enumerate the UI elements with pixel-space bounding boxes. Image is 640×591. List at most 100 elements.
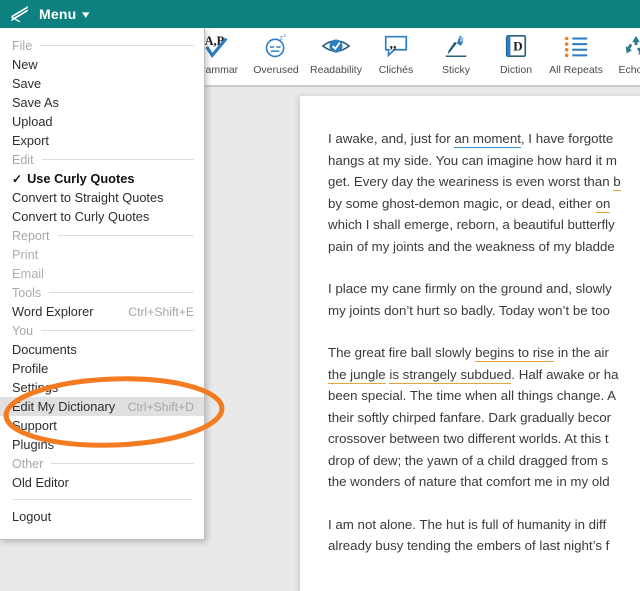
menu-item-label: Export [12,133,49,148]
menu-item-convert-to-curly-quotes[interactable]: Convert to Curly Quotes [0,207,204,226]
menu-group-label: Report [12,228,50,243]
document-text: crossover between two different worlds. … [328,431,609,446]
menu-group-label: Tools [12,285,42,300]
menu-item-old-editor[interactable]: Old Editor [0,473,204,492]
menu-item-label: Support [12,418,57,433]
grammar-check-icon: A,B [202,31,230,61]
menu-item-label: Old Editor [12,475,69,490]
menu-item-plugins[interactable]: Plugins [0,435,204,454]
style-suggestion-underline[interactable]: begins to rise [475,345,555,362]
document-line: I awake, and, just for an moment, I have… [328,128,640,150]
svg-text:z: z [283,33,286,38]
menu-item-logout[interactable]: Logout [0,507,204,526]
document-paragraph: I awake, and, just for an moment, I have… [328,128,640,257]
toolbar-item-cliches[interactable]: ,, Clichés [366,28,426,86]
menu-item-settings[interactable]: Settings [0,378,204,397]
menu-item-label: Convert to Curly Quotes [12,209,150,224]
menu-button-label[interactable]: Menu [39,6,76,22]
menu-item-label: Print [12,247,39,262]
toolbar-item-overused[interactable]: z z Overused [246,28,306,86]
menu-group-header: Edit [0,150,204,169]
document-paragraph: I place my cane firmly on the ground and… [328,278,640,321]
toolbar-item-sticky[interactable]: S Sticky [426,28,486,86]
menu-item-convert-to-straight-quotes[interactable]: Convert to Straight Quotes [0,188,204,207]
menu-item-upload[interactable]: Upload [0,112,204,131]
menu-group-header: Other [0,454,204,473]
document-line: I am not alone. The hut is full of human… [328,514,640,536]
toolbar-item-diction[interactable]: D Diction [486,28,546,86]
menu-item-label: Settings [12,380,59,395]
chevron-down-icon[interactable]: ▾ [82,8,89,21]
menu-item-label: Documents [12,342,77,357]
menu-item-print: Print [0,245,204,264]
document-text: hangs at my side. You can imagine how ha… [328,152,618,168]
style-suggestion-underline[interactable]: on [595,195,611,213]
toolbar-item-all-repeats[interactable]: All Repeats [546,28,606,86]
toolbar-item-readability[interactable]: Readability [306,28,366,86]
document-paragraph: I am not alone. The hut is full of human… [328,514,640,557]
menu-item-use-curly-quotes[interactable]: ✓ Use Curly Quotes [0,169,204,188]
document-text: I am not alone. The hut is full of human… [328,516,607,532]
document-line: my joints don’t hurt so badly. Today won… [328,300,640,322]
menu-group-rule [51,463,194,464]
menu-item-label: Save [12,76,42,91]
toolbar-label: Echoes [618,64,640,76]
toolbar-item-echoes[interactable]: Echoes [606,28,640,86]
style-suggestion-underline[interactable]: is strangely subdued [389,366,512,384]
menu-item-label: Logout [12,509,52,524]
document-text: been special. The time when all things c… [328,388,617,403]
menu-group-label: You [12,323,34,338]
menu-item-label: Word Explorer [12,304,94,319]
menu-group-header: File [0,36,204,55]
document-text: pain of my joints and the weakness of my… [328,238,615,254]
menu-item-email: Email [0,264,204,283]
document-text: The great fire ball slowly [328,345,476,360]
main-menu-panel[interactable]: File New Save Save As Upload Export Edit ✓ Use C… [0,28,205,540]
document-line: drop of dew; the yawn of a child dragged… [328,450,640,472]
bulleted-list-icon [562,31,590,61]
toolbar-label: Overused [253,64,299,76]
document-line: by some ghost-demon magic, or dead, eith… [328,193,640,215]
document-text: I awake, and, just for [328,131,455,146]
sleepy-face-icon: z z [262,31,290,61]
menu-item-word-explorer[interactable]: Word Explorer Ctrl+Shift+E [0,302,204,321]
style-suggestion-underline[interactable]: the jungle [328,366,386,384]
menu-item-new[interactable]: New [0,55,204,74]
menu-item-profile[interactable]: Profile [0,359,204,378]
document-line: The great fire ball slowly begins to ris… [328,342,640,364]
menu-group-header: Tools [0,283,204,302]
menu-group-rule [49,292,194,293]
svg-text:,,: ,, [389,37,396,52]
menu-item-label: Use Curly Quotes [27,171,135,186]
menu-item-export[interactable]: Export [0,131,204,150]
menu-item-label: Edit My Dictionary [12,399,116,414]
eye-check-icon [321,31,351,61]
menu-item-save[interactable]: Save [0,74,204,93]
document-line: crossover between two different worlds. … [328,428,640,450]
menu-group-rule [41,159,194,160]
document-line: already busy tending the embers of last … [328,535,640,557]
menu-item-save-as[interactable]: Save As [0,93,204,112]
document-text: . Half awake or ha [511,366,619,382]
app-root: Menu ▾ A,B Grammar z z Overused Readabil… [0,0,640,591]
menu-item-label: Profile [12,361,49,376]
style-suggestion-underline[interactable]: b [613,174,621,191]
document-line: I place my cane firmly on the ground and… [328,278,640,300]
menu-group-rule [57,235,194,236]
grammar-suggestion-underline[interactable]: an moment [454,131,521,148]
recycle-icon [622,31,640,61]
document-page[interactable]: I awake, and, just for an moment, I have… [300,96,640,591]
menu-item-support[interactable]: Support [0,416,204,435]
document-line: the jungle is strangely subdued. Half aw… [328,364,640,386]
menu-group-label: Edit [12,152,34,167]
menu-item-shortcut: Ctrl+Shift+E [128,304,194,319]
document-text: by some ghost-demon magic, or dead, eith… [328,195,596,211]
menu-item-label: Upload [12,114,53,129]
menu-item-edit-my-dictionary[interactable]: Edit My Dictionary Ctrl+Shift+D [0,397,204,416]
menu-item-documents[interactable]: Documents [0,340,204,359]
menu-item-label: Plugins [12,437,54,452]
menu-group-header: Report [0,226,204,245]
toolbar-label: All Repeats [549,64,603,76]
document-text: already busy tending the embers of last … [328,538,610,553]
menu-item-shortcut: Ctrl+Shift+D [127,399,194,414]
